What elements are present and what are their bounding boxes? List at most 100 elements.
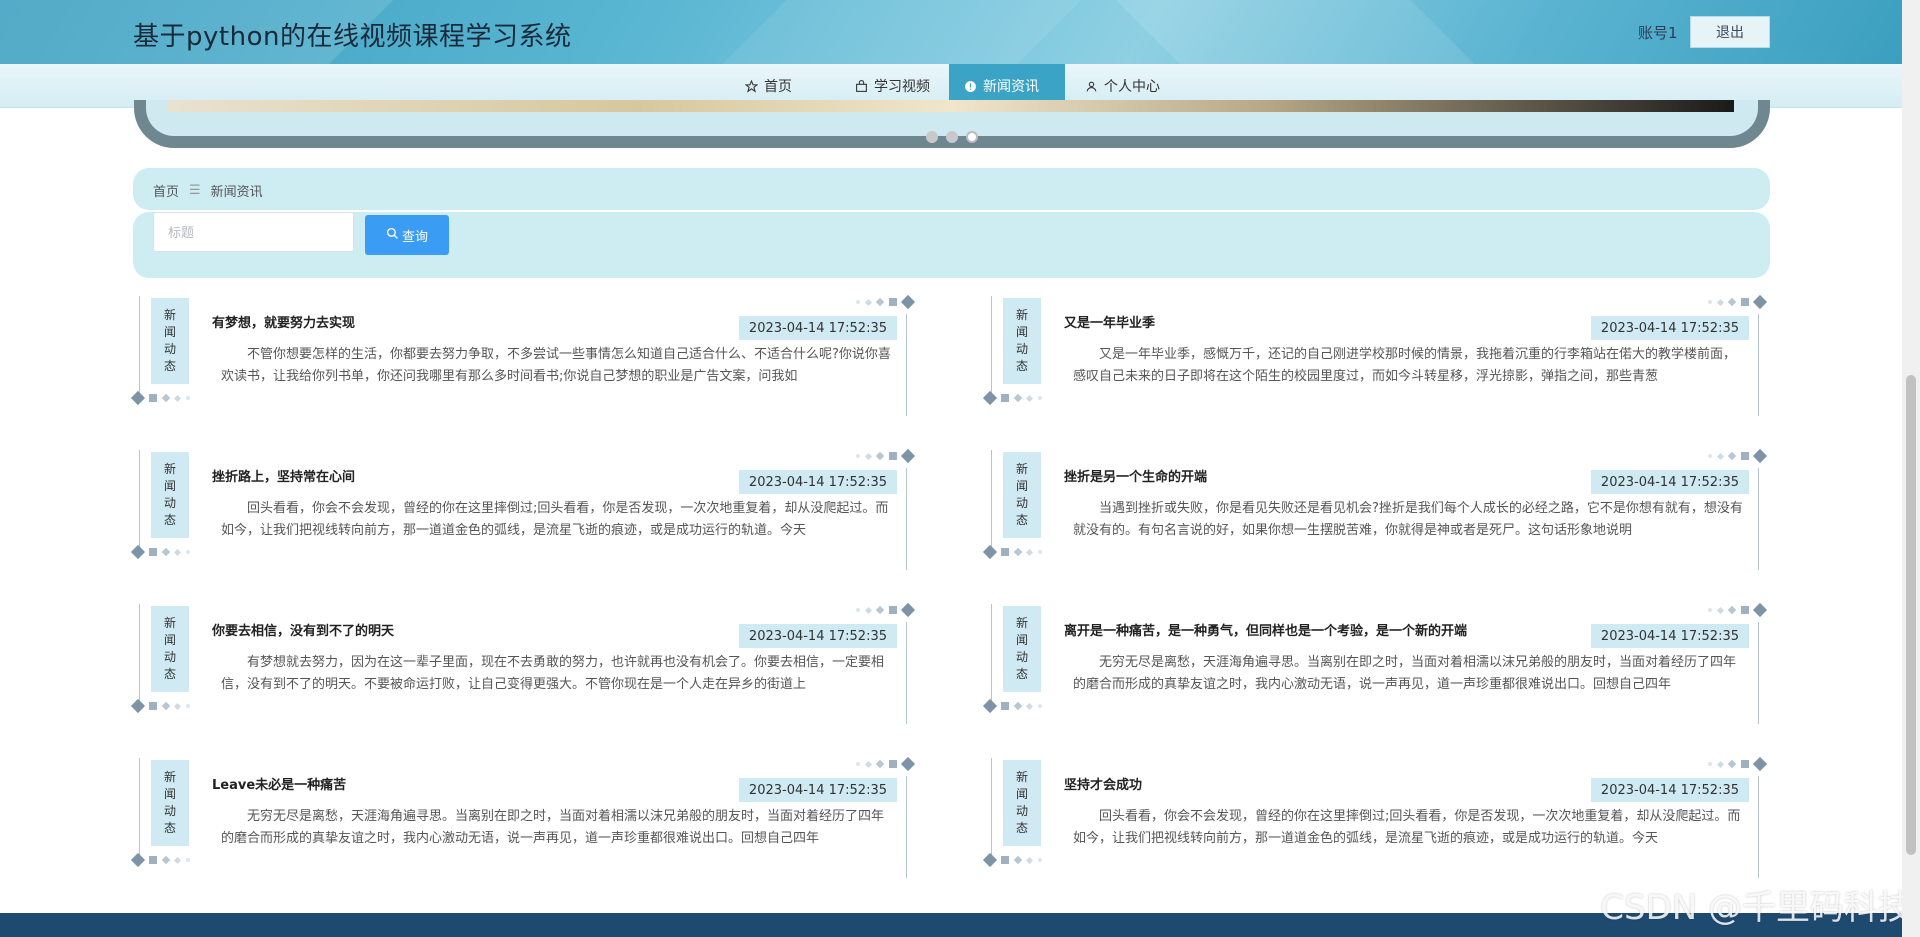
card-border-right: [1758, 468, 1759, 570]
news-tag-char: 态: [163, 359, 176, 373]
news-tag-char: 闻: [163, 325, 176, 339]
news-tag-char: 动: [163, 650, 176, 664]
decor-diamond-icon: [1708, 756, 1768, 772]
news-tag-char: 动: [163, 496, 176, 510]
decor-diamond-icon: [130, 698, 190, 714]
news-tag-char: 闻: [163, 479, 176, 493]
breadcrumb-current: 新闻资讯: [210, 185, 263, 200]
search-button[interactable]: 查询: [365, 215, 449, 255]
decor-diamond-icon: [130, 390, 190, 406]
carousel-dot[interactable]: [946, 131, 958, 143]
news-category-tag: 新闻动态: [151, 298, 189, 384]
news-title[interactable]: 挫折是另一个生命的开端: [1064, 466, 1207, 485]
decor-diamond-icon: [856, 294, 916, 310]
news-tag-char: 闻: [1015, 325, 1028, 339]
news-tag-char: 新: [163, 616, 176, 630]
news-tag-char: 新: [163, 462, 176, 476]
carousel-dots: [926, 131, 978, 143]
news-card[interactable]: 新闻动态 挫折是另一个生命的开端 2023-04-14 17:52:35 当遇到…: [982, 448, 1768, 572]
news-title[interactable]: 坚持才会成功: [1064, 774, 1142, 793]
news-card[interactable]: 新闻动态 又是一年毕业季 2023-04-14 17:52:35 又是一年毕业季…: [982, 294, 1768, 418]
news-tag-char: 动: [163, 342, 176, 356]
news-tag-char: 新: [1015, 616, 1028, 630]
news-tag-char: 闻: [163, 633, 176, 647]
news-tag-char: 新: [1015, 462, 1028, 476]
news-summary: 回头看看，你会不会发现，曾经的你在这里摔倒过;回头看看，你是否发现，一次次地重复…: [1073, 809, 1741, 846]
decor-diamond-icon: [856, 602, 916, 618]
news-summary: 有梦想就去努力，因为在这一辈子里面，现在不去勇敢的努力，也许就再也没有机会了。你…: [221, 655, 885, 692]
news-category-tag: 新闻动态: [1003, 760, 1041, 846]
search-bar: 查询: [133, 212, 1770, 278]
news-tag-char: 态: [1015, 513, 1028, 527]
carousel-image[interactable]: [168, 100, 1734, 112]
news-date: 2023-04-14 17:52:35: [1590, 316, 1749, 340]
news-tag-char: 动: [1015, 342, 1028, 356]
news-category-tag: 新闻动态: [151, 452, 189, 538]
news-summary: 当遇到挫折或失败，你是看见失败还是看见机会?挫折是我们每个人成长的必经之路，它不…: [1073, 501, 1743, 538]
decor-diamond-icon: [982, 390, 1042, 406]
news-title[interactable]: 挫折路上，坚持常在心间: [212, 466, 355, 485]
news-category-tag: 新闻动态: [1003, 452, 1041, 538]
user-icon: [1084, 79, 1098, 93]
decor-diamond-icon: [130, 544, 190, 560]
news-card[interactable]: 新闻动态 挫折路上，坚持常在心间 2023-04-14 17:52:35 回头看…: [130, 448, 916, 572]
news-date: 2023-04-14 17:52:35: [1590, 624, 1749, 648]
news-date: 2023-04-14 17:52:35: [738, 470, 897, 494]
news-tag-char: 闻: [163, 787, 176, 801]
breadcrumb-home[interactable]: 首页: [153, 181, 179, 200]
news-tag-char: 新: [1015, 770, 1028, 784]
decor-diamond-icon: [856, 448, 916, 464]
account-name[interactable]: 账号1: [1638, 22, 1678, 43]
news-category-tag: 新闻动态: [151, 606, 189, 692]
news-card[interactable]: 新闻动态 有梦想，就要努力去实现 2023-04-14 17:52:35 不管你…: [130, 294, 916, 418]
carousel-dot-active[interactable]: [966, 131, 978, 143]
card-border-right: [1758, 314, 1759, 416]
star-icon: [744, 79, 758, 93]
news-card[interactable]: 新闻动态 你要去相信，没有到不了的明天 2023-04-14 17:52:35 …: [130, 602, 916, 726]
scrollbar-thumb[interactable]: [1906, 375, 1916, 855]
breadcrumb-separator-icon: ☰: [189, 183, 201, 198]
news-tag-char: 态: [1015, 667, 1028, 681]
nav-label: 新闻资讯: [983, 79, 1039, 95]
carousel-dot[interactable]: [926, 131, 938, 143]
decor-diamond-icon: [130, 852, 190, 868]
news-date: 2023-04-14 17:52:35: [1590, 470, 1749, 494]
breadcrumb: 首页 ☰ 新闻资讯: [133, 168, 1770, 210]
news-summary: 不管你想要怎样的生活，你都要去努力争取，不多尝试一些事情怎么知道自己适合什么、不…: [221, 347, 891, 384]
news-tag-char: 态: [1015, 821, 1028, 835]
logout-button[interactable]: 退出: [1690, 16, 1770, 48]
news-card[interactable]: 新闻动态 离开是一种痛苦，是一种勇气，但同样也是一个考验，是一个新的开端 202…: [982, 602, 1768, 726]
card-border-right: [1758, 622, 1759, 724]
news-title[interactable]: 你要去相信，没有到不了的明天: [212, 620, 394, 639]
card-border-left: [991, 296, 992, 398]
card-border-left: [991, 758, 992, 860]
news-date: 2023-04-14 17:52:35: [738, 624, 897, 648]
card-border-left: [139, 450, 140, 552]
news-tag-char: 态: [1015, 359, 1028, 373]
news-card[interactable]: 新闻动态 Leave未必是一种痛苦 2023-04-14 17:52:35 无穷…: [130, 756, 916, 880]
card-border-right: [906, 622, 907, 724]
news-summary: 回头看看，你会不会发现，曾经的你在这里摔倒过;回头看看，你是否发现，一次次地重复…: [221, 501, 889, 538]
search-button-label: 查询: [401, 228, 428, 244]
card-border-left: [991, 604, 992, 706]
site-header: 基于python的在线视频课程学习系统 账号1 退出: [0, 0, 1902, 64]
news-tag-char: 闻: [1015, 479, 1028, 493]
news-title[interactable]: 离开是一种痛苦，是一种勇气，但同样也是一个考验，是一个新的开端: [1064, 620, 1467, 639]
news-summary: 无穷无尽是离愁，天涯海角遍寻思。当离别在即之时，当面对着相濡以沫兄弟般的朋友时，…: [221, 809, 885, 846]
news-tag-char: 态: [163, 821, 176, 835]
news-tag-char: 动: [1015, 650, 1028, 664]
news-tag-char: 态: [163, 667, 176, 681]
news-date: 2023-04-14 17:52:35: [738, 778, 897, 802]
info-icon: [963, 79, 977, 93]
news-title[interactable]: 又是一年毕业季: [1064, 312, 1155, 331]
news-title[interactable]: 有梦想，就要努力去实现: [212, 312, 355, 331]
news-tag-char: 新: [163, 308, 176, 322]
nav-label: 首页: [764, 79, 792, 95]
news-category-tag: 新闻动态: [1003, 298, 1041, 384]
card-border-left: [139, 296, 140, 398]
news-title[interactable]: Leave未必是一种痛苦: [212, 774, 346, 793]
news-card[interactable]: 新闻动态 坚持才会成功 2023-04-14 17:52:35 回头看看，你会不…: [982, 756, 1768, 880]
title-search-input[interactable]: [153, 212, 354, 252]
news-category-tag: 新闻动态: [1003, 606, 1041, 692]
site-title: 基于python的在线视频课程学习系统: [133, 22, 572, 52]
